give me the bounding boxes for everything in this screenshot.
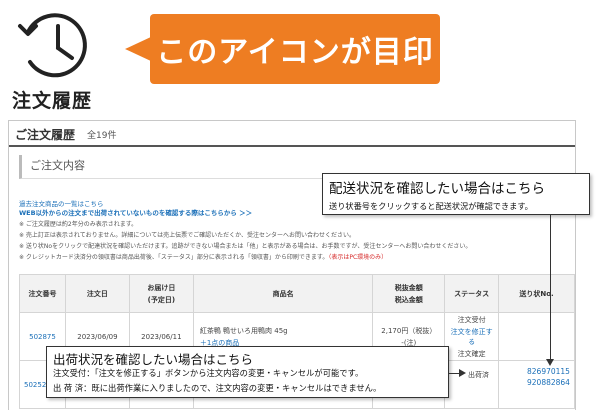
tracking-numbers: 826970115 920882864 — [527, 366, 570, 388]
col-price: 税抜金額 税込金額 — [372, 274, 446, 313]
order-count: 全19件 — [87, 131, 117, 141]
note-red-text: （表示はPC環境のみ） — [328, 254, 388, 261]
col-delivery-label: お届け日 — [147, 283, 176, 292]
arrow-right-icon — [459, 369, 466, 377]
callout-text: このアイコンが目印 — [156, 35, 434, 70]
note-line: ※ 売上訂正は表示されておりません。詳細については売上伝票でご確認いただくか、受… — [19, 232, 355, 239]
table-header-row: 注文番号 注文日 お届け日 (予定日) 商品名 税抜金額税込金額 ステータス 送り… — [19, 274, 575, 313]
note-line: ※ クレジットカード決済分の領収書は商品出荷後、「ステータス」部分に表示される「… — [19, 252, 387, 261]
col-tracking: 送り状No. — [498, 274, 575, 313]
status-callout-title: 出荷状況を確認したい場合はこちら — [53, 352, 254, 367]
col-order-no: 注文番号 — [19, 274, 66, 313]
connector-line — [550, 215, 551, 361]
col-status: ステータス — [444, 274, 500, 313]
status-cell: 注文受付注文を修正する注文確定 — [444, 312, 500, 361]
arrow-down-icon — [546, 359, 554, 366]
note-line: ※ 送り状Noをクリックで配達状況を確認いただけます。追跡ができない場合または「… — [19, 243, 472, 250]
modify-order-link[interactable]: 注文を修正する — [447, 327, 496, 347]
shipping-callout-text: 送り状番号をクリックすると配送状況が確認できます。 — [329, 201, 533, 211]
col-delivery-sub: (予定日) — [147, 295, 176, 304]
product-name: 紅茶鴨 鴨せいろ用鴨肉 45g — [199, 326, 288, 335]
status-shipped: 出荷済 — [468, 371, 489, 379]
col-price-sub: 税込金額 — [394, 295, 423, 304]
status-text: 注文受付 — [457, 315, 486, 324]
order-history-label: 注文履歴 — [12, 90, 93, 112]
col-order-date: 注文日 — [64, 274, 130, 313]
status-callout-line1: 注文受付：「注文を修正する」ボタンから注文内容の変更・キャンセルが可能です。 — [53, 368, 364, 378]
non-web-orders-link[interactable]: WEB以外からの注文まで出荷されていないものを確認する際はこちらから ＞＞ — [19, 207, 252, 217]
page-title: ご注文履歴 — [15, 128, 76, 142]
order-history-icon-block: 注文履歴 — [12, 4, 102, 114]
note-text: ※ クレジットカード決済分の領収書は商品出荷後、「ステータス」部分に表示される「… — [19, 254, 329, 261]
status-cell — [444, 360, 500, 409]
clock-history-icon — [18, 13, 87, 78]
tracking-number-link[interactable]: 920882864 — [527, 377, 570, 388]
callout-arrow — [125, 36, 153, 62]
col-price-label: 税抜金額 — [394, 283, 423, 292]
tracking-number-link[interactable]: 826970115 — [527, 366, 570, 377]
col-delivery: お届け日 (予定日) — [128, 274, 194, 313]
col-product: 商品名 — [192, 274, 374, 313]
tracking-cell — [498, 312, 575, 361]
note-line: ※ ご注文履歴は約2年分のみ表示されます。 — [19, 221, 138, 228]
page-header: ご注文履歴 全19件 — [9, 121, 575, 147]
shipping-callout-title: 配送状況を確認したい場合はこちら — [329, 181, 545, 197]
status-callout-line2: 出 荷 済：既に出荷作業に入りましたので、注文内容の変更・キャンセルはできません… — [53, 383, 382, 393]
order-status-callout: 出荷状況を確認したい場合はこちら 注文受付：「注文を修正する」ボタンから注文内容… — [46, 346, 449, 398]
price-value: 2,170円（税抜） — [381, 326, 437, 335]
shipping-status-callout: 配送状況を確認したい場合はこちら 送り状番号をクリックすると配送状況が確認できま… — [322, 173, 590, 215]
icon-callout: このアイコンが目印 — [150, 14, 440, 84]
status-confirmed: 注文確定 — [457, 349, 486, 358]
